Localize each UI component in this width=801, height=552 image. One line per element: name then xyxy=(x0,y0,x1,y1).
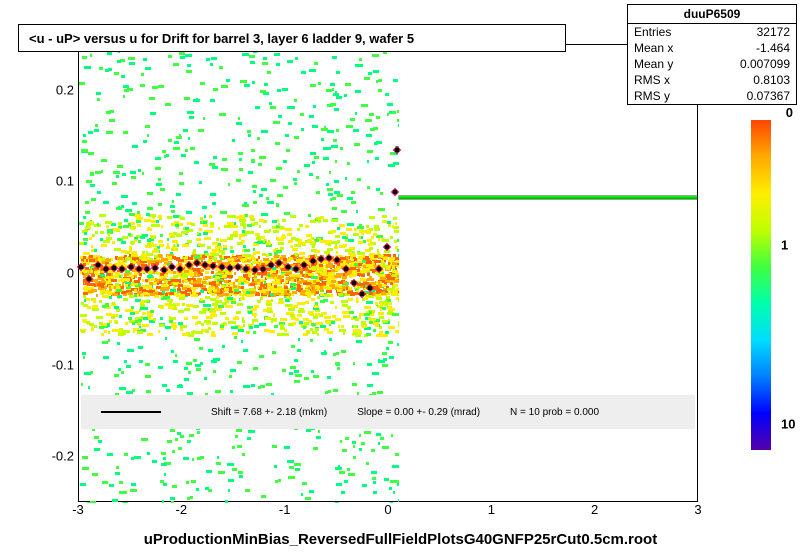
profile-point xyxy=(368,285,373,290)
profile-point xyxy=(136,266,141,271)
y-axis: -0.2 -0.1 0 0.1 0.2 xyxy=(40,44,78,502)
reference-line xyxy=(399,196,697,199)
fit-slope: Slope = 0.00 +- 0.29 (mrad) xyxy=(357,407,480,418)
profile-point xyxy=(194,261,199,266)
stats-label: Mean y xyxy=(634,57,673,71)
profile-point xyxy=(128,264,133,269)
profile-point xyxy=(351,281,356,286)
x-tick-label: 1 xyxy=(488,502,495,517)
profile-point xyxy=(260,266,265,271)
profile-point xyxy=(252,268,257,273)
profile-point xyxy=(170,264,175,269)
profile-point xyxy=(384,244,389,249)
profile-point xyxy=(95,262,100,267)
profile-point xyxy=(310,259,315,264)
chart-root: <u - uP> versus u for Drift for barrel 3… xyxy=(0,0,801,552)
profile-point xyxy=(219,264,224,269)
x-tick-label: 2 xyxy=(591,502,598,517)
stats-name: duuP6509 xyxy=(628,5,796,24)
stats-label: RMS y xyxy=(634,89,670,103)
profile-point xyxy=(211,263,216,268)
colorbar-tick: 1 xyxy=(781,238,788,253)
stats-val: -1.464 xyxy=(756,41,790,55)
y-tick-label: 0 xyxy=(67,266,74,281)
profile-point xyxy=(186,262,191,267)
profile-point xyxy=(236,264,241,269)
stats-val: 0.007099 xyxy=(740,57,790,71)
stats-row-rmsy: RMS y 0.07367 xyxy=(628,88,796,104)
colorbar-gradient xyxy=(751,120,771,450)
profile-point xyxy=(376,267,381,272)
profile-point xyxy=(178,266,183,271)
profile-point xyxy=(79,264,84,269)
x-axis: -3-2-10123 xyxy=(78,502,698,522)
profile-point xyxy=(145,267,150,272)
profile-point xyxy=(343,267,348,272)
profile-point xyxy=(395,148,400,153)
footer-filename: uProductionMinBias_ReversedFullFieldPlot… xyxy=(0,531,801,548)
stats-val: 0.8103 xyxy=(753,73,790,87)
y-tick-label: 0.2 xyxy=(56,82,74,97)
profile-point xyxy=(302,262,307,267)
profile-point xyxy=(244,266,249,271)
profile-point xyxy=(335,258,340,263)
plot-area: Shift = 7.68 +- 2.18 (mkm) Slope = 0.00 … xyxy=(78,44,698,502)
x-tick-label: -1 xyxy=(279,502,291,517)
fit-shift: Shift = 7.68 +- 2.18 (mkm) xyxy=(211,407,327,418)
fit-line-legend xyxy=(101,411,161,413)
stats-val: 0.07367 xyxy=(747,89,790,103)
y-tick-label: -0.1 xyxy=(52,357,74,372)
profile-point xyxy=(161,268,166,273)
profile-point xyxy=(285,264,290,269)
y-tick-label: 0.1 xyxy=(56,174,74,189)
profile-point xyxy=(120,266,125,271)
profile-point xyxy=(112,265,117,270)
chart-title: <u - uP> versus u for Drift for barrel 3… xyxy=(18,24,566,52)
stats-box: duuP6509 Entries 32172 Mean x -1.464 Mean … xyxy=(627,4,797,105)
colorbar: 1 10 xyxy=(751,120,771,450)
stats-row-entries: Entries 32172 xyxy=(628,24,796,40)
fit-box: Shift = 7.68 +- 2.18 (mkm) Slope = 0.00 … xyxy=(81,395,695,429)
y-tick-label: -0.2 xyxy=(52,449,74,464)
profile-point xyxy=(227,265,232,270)
stats-label: Entries xyxy=(634,25,671,39)
stats-row-meany: Mean y 0.007099 xyxy=(628,56,796,72)
x-tick-label: 0 xyxy=(384,502,391,517)
fit-n: N = 10 prob = 0.000 xyxy=(510,407,599,418)
x-tick-label: -2 xyxy=(176,502,188,517)
x-tick-label: -3 xyxy=(72,502,84,517)
profile-point xyxy=(277,261,282,266)
profile-point xyxy=(103,267,108,272)
profile-point xyxy=(203,262,208,267)
colorbar-tick: 10 xyxy=(781,416,795,431)
stats-row-rmsx: RMS x 0.8103 xyxy=(628,72,796,88)
profile-point xyxy=(360,292,365,297)
heatmap xyxy=(79,45,399,503)
stats-label: RMS x xyxy=(634,73,670,87)
stats-label: Mean x xyxy=(634,41,673,55)
stats-val: 32172 xyxy=(757,25,790,39)
profile-point xyxy=(327,255,332,260)
profile-point xyxy=(393,189,398,194)
x-tick-label: 3 xyxy=(694,502,701,517)
profile-point xyxy=(153,265,158,270)
stats-row-meanx: Mean x -1.464 xyxy=(628,40,796,56)
profile-point xyxy=(269,262,274,267)
profile-point xyxy=(87,276,92,281)
colorbar-top-zero: 0 xyxy=(786,105,793,120)
profile-point xyxy=(318,257,323,262)
profile-point xyxy=(294,266,299,271)
